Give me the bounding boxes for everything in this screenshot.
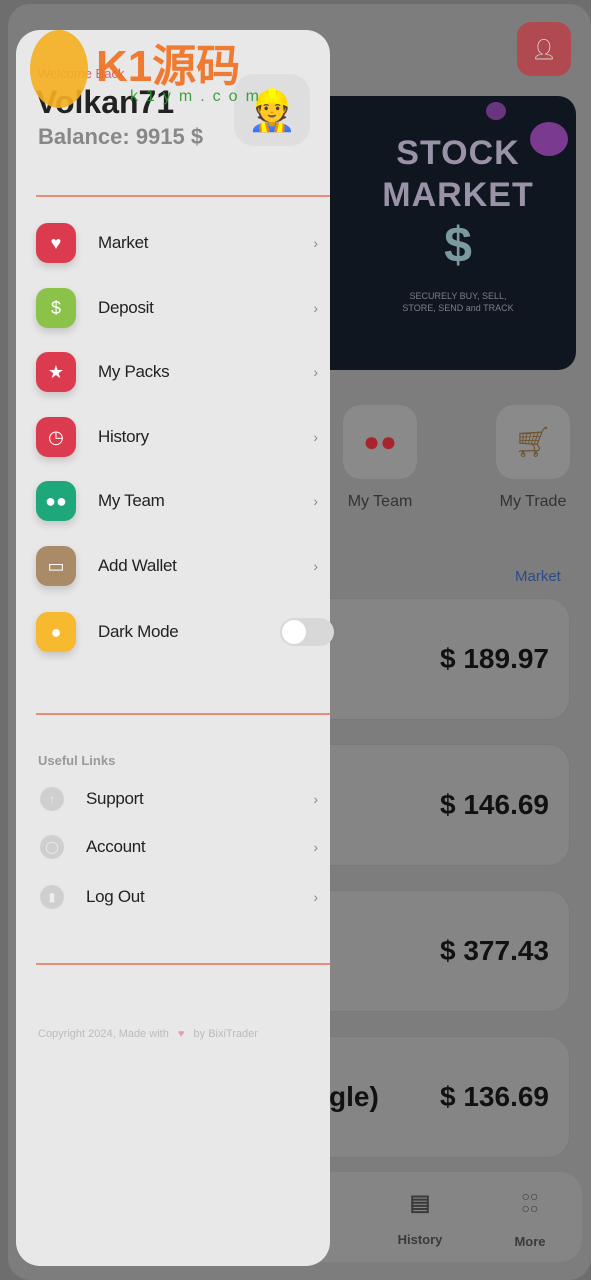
menu-label: My Packs [98,362,170,381]
side-drawer: Welcome Back Volkan71 Balance: 9915 $ 👷 … [16,30,334,1266]
chevron-right-icon: › [313,558,318,574]
chevron-right-icon: › [313,839,318,855]
promo-banner[interactable]: STOCK MARKET $ SECURELY BUY, SELL, STORE… [300,96,576,370]
menu-item-my-packs[interactable]: ★ My Packs › [36,350,326,394]
menu-label: Market [98,233,149,252]
link-account[interactable]: ◯ Account › [36,829,326,865]
market-link[interactable]: Market [515,568,561,585]
nav-label: More [514,1234,546,1249]
card-price: $ 189.97 [440,643,549,674]
heart-icon: ♥ [177,1028,185,1040]
balance: Balance: 9915 $ [38,124,204,149]
quick-label: My Trade [499,493,567,510]
grid-icon: ○○ ○○ [521,1188,539,1216]
username: Volkan71 [36,84,175,120]
copyright: Copyright 2024, Made with ♥ by BixiTrade… [38,1028,258,1040]
chevron-right-icon: › [313,364,318,380]
clock-icon: ◷ [36,417,76,457]
user-circle-icon: ◯ [40,835,64,859]
copyright-suffix: by BixiTrader [193,1028,258,1040]
market-card[interactable]: $ 189.97 [300,598,570,720]
divider [36,195,330,197]
menu-label: Add Wallet [98,556,177,575]
chevron-right-icon: › [313,889,318,905]
chevron-right-icon: › [313,493,318,509]
bottom-nav: ▤ History ○○ ○○ More [300,1172,582,1262]
card-price: $ 146.69 [440,789,549,820]
menu-item-add-wallet[interactable]: ▭ Add Wallet › [36,544,326,588]
welcome-text: Welcome Back [38,66,125,81]
users-icon: ●● [36,481,76,521]
card-price: $ 377.43 [440,935,549,966]
banner-title-2: MARKET [382,176,534,214]
menu-item-market[interactable]: ♥ Market › [36,221,326,265]
wallet-icon: ▭ [36,546,76,586]
lightbulb-icon: ● [36,612,76,652]
menu-label: Dark Mode [98,622,179,641]
banner-tagline: STORE, SEND and TRACK [402,303,514,313]
market-card[interactable]: $ 146.69 [300,744,570,866]
card-name: gle) [329,1081,379,1112]
menu-label: My Team [98,491,165,510]
link-support[interactable]: ↑ Support › [36,781,326,817]
user-icon: 👤︎ [531,38,557,61]
arrow-up-circle-icon: ↑ [40,787,64,811]
nav-label: History [397,1232,443,1247]
quick-label: My Team [347,493,413,510]
dark-mode-toggle[interactable] [280,618,334,646]
signal-bars-icon: ▮ [40,885,64,909]
menu-item-my-team[interactable]: ●● My Team › [36,479,326,523]
users-icon: ●● [363,426,397,457]
nav-history[interactable]: ▤ History [390,1190,450,1247]
divider [36,963,330,965]
useful-links-title: Useful Links [38,753,116,768]
menu-label: History [98,427,149,446]
menu-item-deposit[interactable]: $ Deposit › [36,286,326,330]
chevron-right-icon: › [313,235,318,251]
avatar[interactable]: 👷 [234,74,310,146]
star-icon: ★ [36,352,76,392]
dollar-icon: $ [444,217,472,273]
quick-my-trade[interactable]: 🛒︎ [496,405,570,479]
link-label: Support [86,789,144,808]
link-log-out[interactable]: ▮ Log Out › [36,879,326,915]
cart-icon: 🛒︎ [513,425,553,459]
heart-icon: ♥ [36,223,76,263]
nav-more[interactable]: ○○ ○○ More [500,1188,560,1249]
chevron-right-icon: › [313,300,318,316]
chevron-right-icon: › [313,791,318,807]
banner-tagline: SECURELY BUY, SELL, [409,291,507,301]
link-label: Log Out [86,887,145,906]
menu-label: Deposit [98,298,154,317]
market-card[interactable]: gle) $ 136.69 [300,1036,570,1158]
menu-item-dark-mode[interactable]: ● Dark Mode [36,610,334,654]
quick-my-team[interactable]: ●● [343,405,417,479]
card-price: $ 136.69 [440,1081,549,1112]
link-label: Account [86,837,146,856]
list-icon: ▤ [409,1190,431,1215]
copyright-prefix: Copyright 2024, Made with [38,1028,169,1040]
wallet-money-icon: $ [36,288,76,328]
divider [36,713,330,715]
menu-item-history[interactable]: ◷ History › [36,415,326,459]
profile-button[interactable]: 👤︎ [517,22,571,76]
market-card[interactable]: $ 377.43 [300,890,570,1012]
chevron-right-icon: › [313,429,318,445]
